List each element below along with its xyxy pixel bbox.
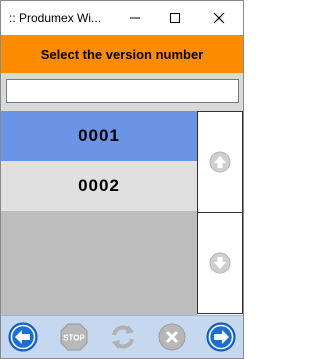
refresh-button[interactable]	[107, 321, 139, 353]
stop-label: STOP	[63, 334, 85, 343]
close-icon	[213, 12, 225, 24]
minimize-button[interactable]	[115, 1, 155, 35]
version-list: 0001 0002	[1, 111, 197, 315]
stop-icon: STOP	[60, 323, 88, 351]
input-area	[1, 73, 243, 111]
refresh-icon	[112, 325, 134, 349]
maximize-icon	[170, 13, 180, 23]
scroll-controls	[197, 111, 243, 315]
title-bar: :: Produmex Wi...	[1, 1, 243, 35]
window-title: :: Produmex Wi...	[9, 11, 102, 25]
cancel-icon	[158, 323, 186, 351]
header-bar: Select the version number	[1, 35, 243, 73]
next-arrow-icon	[206, 322, 236, 352]
list-item[interactable]: 0001	[1, 111, 197, 161]
scroll-down-button[interactable]	[197, 212, 243, 314]
close-button[interactable]	[199, 1, 239, 35]
arrow-down-circle-icon	[209, 252, 231, 274]
arrow-up-circle-icon	[209, 151, 231, 173]
list-item[interactable]: 0002	[1, 161, 197, 211]
app-window: :: Produmex Wi... Select the version num…	[0, 0, 244, 359]
back-button[interactable]	[7, 321, 39, 353]
scroll-up-button[interactable]	[197, 111, 243, 213]
back-arrow-icon	[8, 322, 38, 352]
next-button[interactable]	[205, 321, 237, 353]
list-item-label: 0002	[78, 176, 120, 195]
version-input[interactable]	[6, 79, 239, 103]
cancel-button[interactable]	[156, 321, 188, 353]
list-item-label: 0001	[78, 126, 120, 145]
minimize-icon	[130, 17, 140, 19]
bottom-toolbar: STOP	[1, 315, 243, 358]
page-title: Select the version number	[40, 46, 204, 62]
stop-button[interactable]: STOP	[58, 321, 90, 353]
maximize-button[interactable]	[155, 1, 195, 35]
